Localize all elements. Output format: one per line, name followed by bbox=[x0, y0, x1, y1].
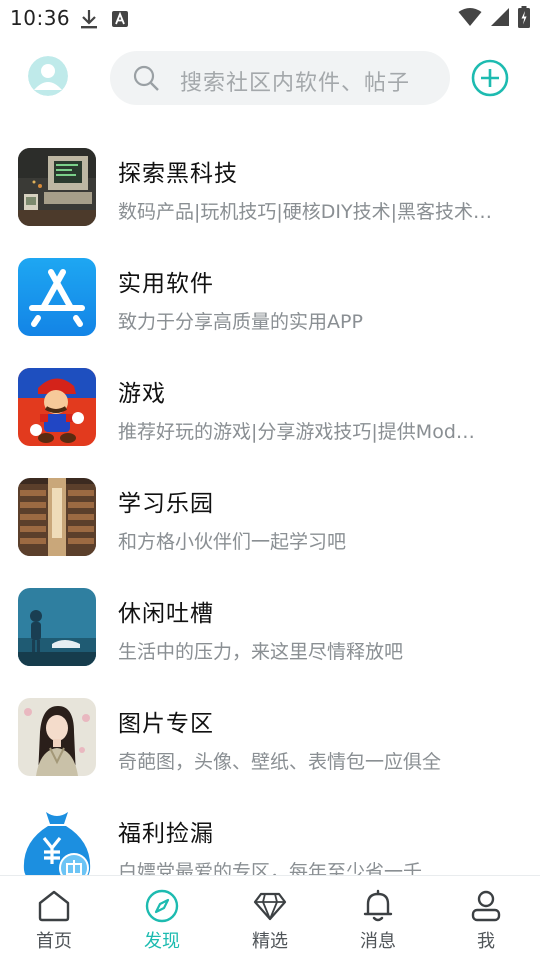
item-title: 福利捡漏 bbox=[118, 821, 214, 847]
money-bag-icon bbox=[18, 808, 96, 875]
nav-label-me: 我 bbox=[477, 931, 495, 952]
nav-label-home: 首页 bbox=[36, 931, 72, 952]
list-item[interactable]: 探索黑科技 数码产品|玩机技巧|硬核DIY技术|黑客技术… bbox=[0, 130, 540, 240]
avatar[interactable] bbox=[28, 56, 68, 96]
bottom-nav: 首页 发现 精选 消息 我 bbox=[0, 875, 540, 960]
item-title: 学习乐园 bbox=[118, 491, 214, 517]
community-list: 探索黑科技 数码产品|玩机技巧|硬核DIY技术|黑客技术… 实用软件 致力于分享… bbox=[0, 130, 540, 875]
diamond-icon bbox=[253, 892, 287, 921]
list-item[interactable]: 福利捡漏 白嫖党最爱的专区，每年至少省一千 bbox=[0, 790, 540, 875]
nav-item-me[interactable]: 我 bbox=[432, 876, 540, 960]
search-input[interactable]: 搜索社区内软件、帖子 bbox=[110, 51, 450, 105]
retro-computer-image bbox=[18, 148, 96, 226]
item-title: 实用软件 bbox=[118, 271, 214, 297]
item-title: 游戏 bbox=[118, 381, 166, 407]
add-button[interactable] bbox=[470, 58, 510, 98]
search-placeholder: 搜索社区内软件、帖子 bbox=[180, 71, 411, 96]
wifi-icon bbox=[458, 7, 482, 31]
bell-icon bbox=[363, 889, 393, 922]
portrait-image bbox=[18, 698, 96, 776]
list-item[interactable]: 游戏 推荐好玩的游戏|分享游戏技巧|提供Mod… bbox=[0, 350, 540, 460]
status-bar: 10:36 bbox=[0, 0, 540, 38]
top-header: 搜索社区内软件、帖子 bbox=[0, 46, 540, 110]
item-title: 图片专区 bbox=[118, 711, 214, 737]
item-title: 探索黑科技 bbox=[118, 161, 238, 187]
download-icon bbox=[80, 8, 98, 34]
a-box-icon bbox=[112, 11, 128, 31]
mario-image bbox=[18, 368, 96, 446]
plus-circle-icon bbox=[471, 59, 509, 97]
list-item[interactable]: 实用软件 致力于分享高质量的实用APP bbox=[0, 240, 540, 350]
item-desc: 白嫖党最爱的专区，每年至少省一千 bbox=[118, 861, 423, 875]
nav-item-discover[interactable]: 发现 bbox=[108, 876, 216, 960]
nav-label-featured: 精选 bbox=[252, 931, 288, 952]
seaside-figure-image bbox=[18, 588, 96, 666]
item-desc: 和方格小伙伴们一起学习吧 bbox=[118, 531, 347, 553]
status-right-icons bbox=[458, 6, 530, 32]
nav-label-messages: 消息 bbox=[360, 931, 396, 952]
item-desc: 推荐好玩的游戏|分享游戏技巧|提供Mod… bbox=[118, 421, 475, 443]
person-icon bbox=[471, 890, 501, 922]
item-desc: 致力于分享高质量的实用APP bbox=[118, 311, 363, 333]
nav-item-messages[interactable]: 消息 bbox=[324, 876, 432, 960]
item-desc: 生活中的压力，来这里尽情释放吧 bbox=[118, 641, 404, 663]
compass-icon bbox=[145, 889, 179, 923]
status-left-icons bbox=[80, 8, 128, 34]
list-item[interactable]: 图片专区 奇葩图，头像、壁纸、表情包一应俱全 bbox=[0, 680, 540, 790]
list-item[interactable]: 休闲吐槽 生活中的压力，来这里尽情释放吧 bbox=[0, 570, 540, 680]
nav-label-discover: 发现 bbox=[144, 931, 180, 952]
battery-charging-icon bbox=[518, 6, 530, 32]
item-desc: 奇葩图，头像、壁纸、表情包一应俱全 bbox=[118, 751, 442, 773]
item-desc: 数码产品|玩机技巧|硬核DIY技术|黑客技术… bbox=[118, 201, 493, 223]
status-time: 10:36 bbox=[10, 6, 71, 30]
app-store-icon bbox=[18, 258, 96, 336]
item-title: 休闲吐槽 bbox=[118, 601, 214, 627]
home-icon bbox=[38, 890, 70, 922]
list-item[interactable]: 学习乐园 和方格小伙伴们一起学习吧 bbox=[0, 460, 540, 570]
nav-item-featured[interactable]: 精选 bbox=[216, 876, 324, 960]
library-image bbox=[18, 478, 96, 556]
signal-icon bbox=[490, 7, 510, 31]
search-icon bbox=[132, 64, 160, 96]
user-avatar-icon bbox=[28, 56, 68, 96]
nav-item-home[interactable]: 首页 bbox=[0, 876, 108, 960]
